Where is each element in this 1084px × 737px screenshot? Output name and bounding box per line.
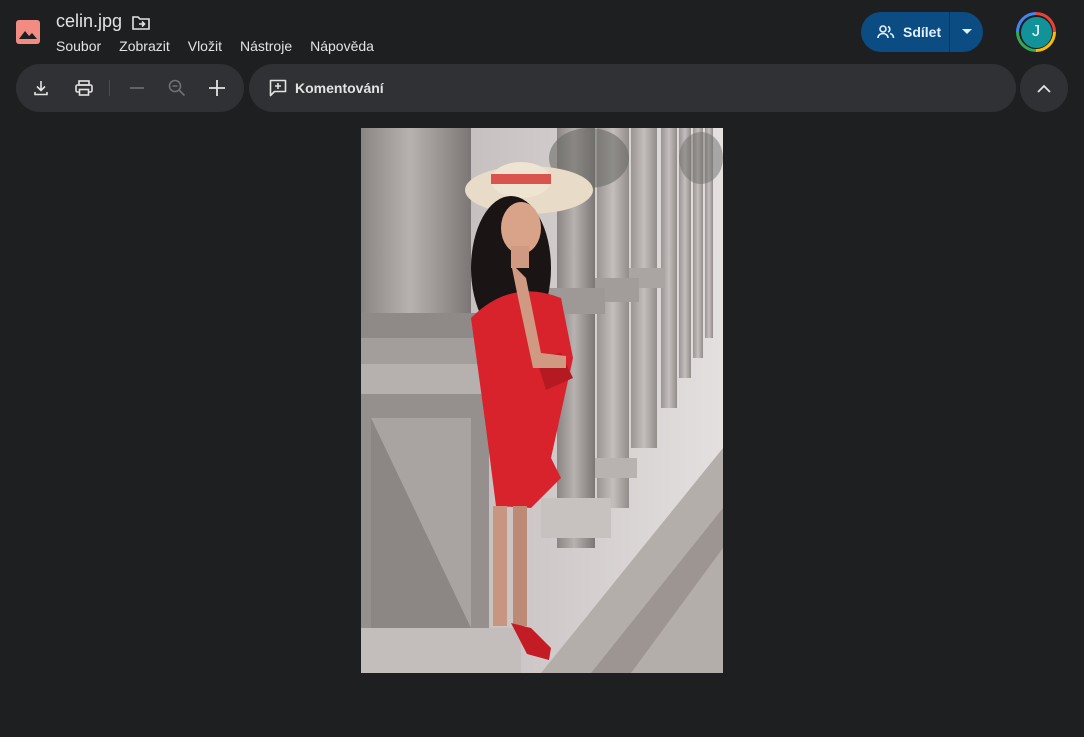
share-dropdown-button[interactable]: [950, 12, 983, 52]
menu-file[interactable]: Soubor: [56, 38, 101, 54]
zoom-icon: [168, 79, 186, 97]
avatar: J: [1020, 16, 1052, 48]
menu-bar: Soubor Zobrazit Vložit Nástroje Nápověda: [56, 38, 374, 54]
image-preview: [361, 128, 723, 673]
image-file-icon[interactable]: [16, 20, 40, 44]
zoom-out-button[interactable]: [125, 76, 149, 100]
share-divider: [949, 12, 950, 52]
share-label: Sdílet: [903, 24, 942, 40]
comment-button[interactable]: Komentování: [249, 64, 1016, 112]
share-button[interactable]: Sdílet: [861, 12, 949, 52]
zoom-in-button[interactable]: [205, 76, 229, 100]
print-button[interactable]: [72, 76, 96, 100]
people-icon: [877, 25, 895, 39]
caret-down-icon: [961, 29, 972, 34]
zoom-out-icon: [130, 87, 144, 89]
top-bar: celin.jpg Soubor Zobrazit Vložit Nástroj…: [0, 0, 1084, 60]
avatar-ring-inner: J: [1019, 15, 1053, 49]
print-icon: [75, 80, 93, 96]
photo-portrait-image: [361, 128, 723, 673]
viewer-toolbar: [16, 64, 244, 112]
toolbar-separator: [109, 80, 110, 96]
add-comment-icon: [269, 79, 287, 97]
collapse-toolbar-button[interactable]: [1020, 64, 1068, 112]
chevron-up-icon: [1037, 84, 1051, 93]
menu-insert[interactable]: Vložit: [188, 38, 222, 54]
move-to-folder-icon[interactable]: [131, 13, 151, 33]
menu-tools[interactable]: Nástroje: [240, 38, 292, 54]
zoom-reset-button[interactable]: [165, 76, 189, 100]
comment-label: Komentování: [295, 80, 384, 96]
menu-view[interactable]: Zobrazit: [119, 38, 170, 54]
document-title[interactable]: celin.jpg: [56, 11, 122, 32]
share-button-group: Sdílet: [861, 12, 983, 52]
download-button[interactable]: [29, 76, 53, 100]
download-icon: [34, 81, 48, 96]
account-avatar-button[interactable]: J: [1016, 12, 1056, 52]
menu-help[interactable]: Nápověda: [310, 38, 374, 54]
zoom-in-icon: [209, 80, 225, 96]
